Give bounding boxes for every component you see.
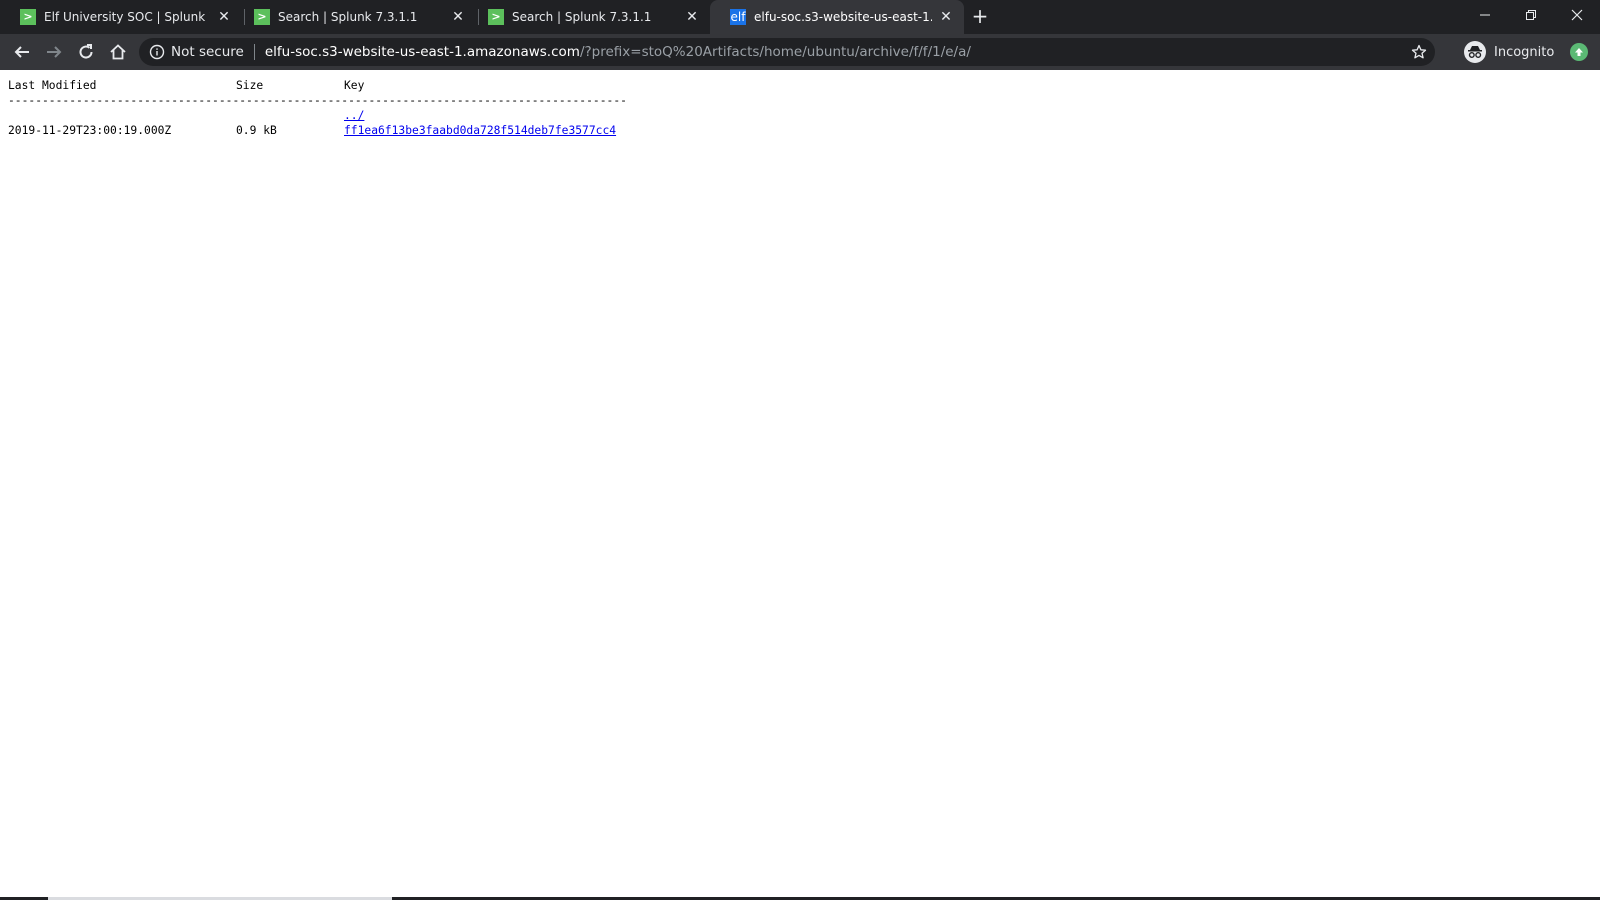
security-label[interactable]: Not secure [171,44,244,60]
close-icon[interactable]: ✕ [938,9,954,25]
close-icon[interactable]: ✕ [216,9,232,25]
home-button[interactable] [104,38,132,66]
browser-toolbar: Not secure elfu-soc.s3-website-us-east-1… [0,34,1600,70]
restore-icon[interactable] [1508,0,1554,30]
forward-arrow-icon [47,46,62,58]
minimize-icon[interactable] [1462,0,1508,30]
info-icon[interactable] [149,44,165,60]
update-available-icon[interactable] [1570,43,1588,61]
tab-title: Search | Splunk 7.3.1.1 [278,10,418,24]
reload-button[interactable] [72,38,100,66]
header-key: Key [344,79,365,92]
parent-dir-row: ../ [8,108,672,123]
incognito-indicator[interactable]: Incognito [1464,40,1554,64]
object-size: 0.9 kB [236,124,277,137]
tab-elfu-soc-bucket[interactable]: elf elfu-soc.s3-website-us-east-1.amazon… [710,0,964,34]
incognito-icon [1464,41,1486,63]
url-host: elfu-soc.s3-website-us-east-1.amazonaws.… [264,44,580,60]
new-tab-icon[interactable]: + [968,4,992,28]
tab-title: Search | Splunk 7.3.1.1 [512,10,652,24]
forward-button[interactable] [40,38,68,66]
close-icon[interactable]: ✕ [684,9,700,25]
omnibox-divider [253,44,255,60]
tab-search-1[interactable]: > Search | Splunk 7.3.1.1 ✕ [234,0,476,34]
header-last-modified: Last Modified [8,79,97,92]
parent-directory-link[interactable]: ../ [344,109,364,122]
header-separator: ----------------------------------------… [8,94,627,107]
splunk-icon: > [254,9,270,25]
back-button[interactable] [8,38,36,66]
object-key-link[interactable]: ff1ea6f13be3faabd0da728f514deb7fe3577cc4 [344,124,616,137]
header-size: Size [236,79,264,92]
splunk-icon: > [488,9,504,25]
splunk-icon: > [20,9,36,25]
address-bar[interactable]: Not secure elfu-soc.s3-website-us-east-1… [139,38,1435,66]
incognito-label: Incognito [1494,44,1555,60]
listing-header-row: Last Modified Size Key [8,78,672,93]
tab-elf-university-soc[interactable]: > Elf University SOC | Splunk 7.3.1.1 ✕ [0,0,242,34]
back-arrow-icon [14,46,29,58]
window-close-icon[interactable] [1554,0,1600,30]
url-path: /?prefix=stoQ%20Artifacts/home/ubuntu/ar… [579,44,971,60]
tab-strip: > Elf University SOC | Splunk 7.3.1.1 ✕ … [0,0,1600,34]
bookmark-star-icon[interactable] [1409,42,1429,62]
table-row: 2019-11-29T23:00:19.000Z 0.9 kB ff1ea6f1… [8,123,672,138]
object-last-modified: 2019-11-29T23:00:19.000Z [8,124,172,137]
tab-title: Elf University SOC | Splunk 7.3.1.1 [44,10,210,24]
bucket-listing: Last Modified Size Key -----------------… [8,78,672,138]
home-icon [110,44,126,60]
tab-search-2[interactable]: > Search | Splunk 7.3.1.1 ✕ [468,0,710,34]
close-icon[interactable]: ✕ [450,9,466,25]
reload-icon [79,44,93,59]
tab-title: elfu-soc.s3-website-us-east-1.amazonaws.… [754,10,932,24]
elf-favicon-icon: elf [730,9,746,25]
